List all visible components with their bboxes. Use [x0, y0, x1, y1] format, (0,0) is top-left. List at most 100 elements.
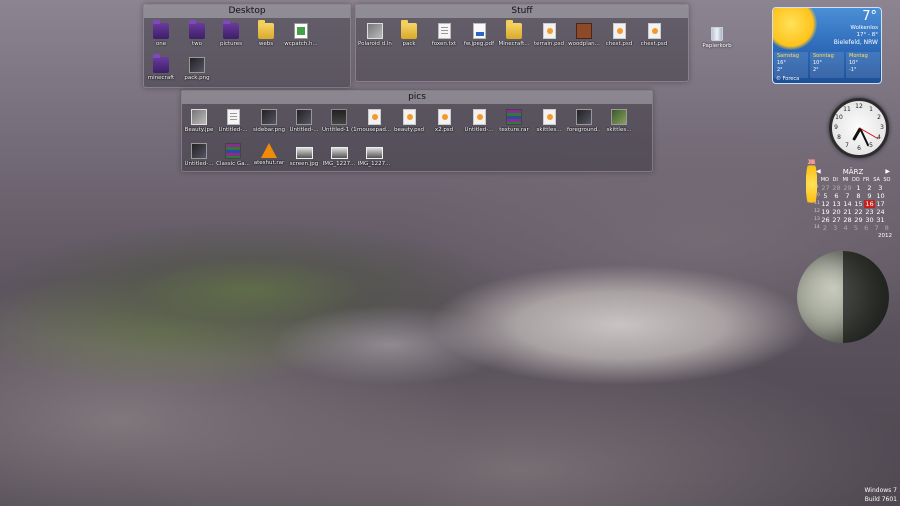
pics-item[interactable]: Untitled-... [462, 109, 496, 134]
calendar-day-today[interactable]: 16 [864, 200, 875, 208]
stuff-item-woodplan[interactable]: woodplan... [567, 23, 601, 48]
calendar-day[interactable]: 29 [842, 184, 853, 192]
recycle-bin[interactable]: Papierkorb [700, 27, 734, 49]
pics-item[interactable]: skittles... [602, 109, 636, 134]
pics-item[interactable]: screen.jpg [287, 143, 321, 168]
forecast-high: 10° [849, 60, 858, 66]
calendar-day[interactable]: 9 [864, 192, 875, 200]
pics-item[interactable]: Untitled-1 (1).png [322, 109, 356, 134]
vlc-cone-icon [261, 143, 277, 158]
calendar-day[interactable]: 8 [853, 192, 864, 200]
desktop-item-wcpatch[interactable]: wcpatch.h... [284, 23, 318, 48]
psd-file-icon [472, 109, 486, 125]
calendar-day[interactable]: 17 [875, 200, 886, 208]
pics-item[interactable]: IMG_1227... [357, 143, 391, 168]
forecast-low: 2° [813, 67, 819, 73]
calendar-day[interactable]: 1 [853, 184, 864, 192]
item-label: wcpatch.h... [284, 41, 318, 47]
calendar-day[interactable]: 12 [820, 200, 831, 208]
calendar-day[interactable]: 6 [861, 224, 871, 232]
calendar-day[interactable]: 28 [831, 184, 842, 192]
item-label: woodplan... [568, 41, 600, 47]
calendar-day[interactable]: 5 [851, 224, 861, 232]
pics-item[interactable]: ateshut.rar [252, 143, 286, 167]
calendar-day[interactable]: 7 [842, 192, 853, 200]
desktop-item-pictures[interactable]: pictures [214, 20, 248, 48]
calendar-day[interactable]: 3 [875, 184, 886, 192]
weather-gadget[interactable]: 7° Wolkenlos 17° - 8° Bielefeld, NRW Sam… [772, 7, 882, 84]
pics-item[interactable]: IMG_1227... [322, 143, 356, 168]
pics-item[interactable]: Untitled-... [216, 109, 250, 134]
pics-item[interactable]: beauty.psd [392, 109, 426, 134]
calendar-day[interactable]: 22 [853, 208, 864, 216]
calendar-day[interactable]: 28 [842, 216, 853, 224]
weather-brand: © Foreca [776, 76, 800, 82]
pics-item[interactable]: skittles... [532, 109, 566, 134]
desktop-item-two[interactable]: two [180, 20, 214, 48]
item-label: Classic Ga... [216, 161, 250, 167]
pics-item[interactable]: foreground... [567, 109, 601, 134]
calendar-day[interactable]: 15 [853, 200, 864, 208]
calendar-day[interactable]: 21 [842, 208, 853, 216]
stuff-item-foxen[interactable]: foxen.txt [427, 23, 461, 48]
stuff-fence[interactable]: Stuff Polaroid d.lnk pack foxen.txt fw.j… [355, 4, 689, 82]
pics-item[interactable]: sidebar.png [252, 109, 286, 134]
item-label: one [155, 41, 167, 47]
pics-item[interactable]: Untitled-... [182, 143, 216, 168]
calendar-day[interactable]: 1 [806, 158, 817, 210]
clock-number: 1 [869, 106, 873, 113]
stuff-item-chest[interactable]: chest.psd [602, 23, 636, 48]
calendar-day[interactable]: 24 [875, 208, 886, 216]
moon-phase-icon[interactable] [797, 251, 889, 343]
pics-item[interactable]: Untitled-... [287, 109, 321, 134]
html-file-icon [294, 23, 308, 39]
calendar-day[interactable]: 19 [820, 208, 831, 216]
calendar-day[interactable]: 27 [831, 216, 842, 224]
next-month-arrow-icon[interactable]: ▶ [885, 168, 890, 176]
stuff-item-terrain[interactable]: terrain.psd [532, 23, 566, 48]
desktop-item-one[interactable]: one [144, 20, 178, 48]
desktop-item-webs[interactable]: webs [249, 20, 283, 48]
pics-item[interactable]: Beauty.jpe [182, 109, 216, 134]
pics-item[interactable]: texture.rar [497, 109, 531, 134]
clock-gadget[interactable]: 12 1 2 3 4 5 6 7 8 9 10 11 [829, 98, 889, 158]
calendar-day[interactable]: 10 [875, 192, 886, 200]
desktop-item-pack-png[interactable]: pack.png [180, 57, 214, 82]
pics-fence[interactable]: pics Beauty.jpe Untitled-... sidebar.png… [181, 90, 653, 172]
calendar-day[interactable]: 7 [871, 224, 881, 232]
stuff-item-chest-2[interactable]: chest.psd [637, 23, 671, 48]
calendar-day[interactable]: 3 [830, 224, 840, 232]
desktop-item-minecraft[interactable]: minecraft [144, 54, 178, 82]
stuff-item-polaroid[interactable]: Polaroid d.lnk [358, 23, 392, 48]
calendar-day[interactable]: 13 [831, 200, 842, 208]
calendar-day[interactable]: 6 [831, 192, 842, 200]
calendar-day[interactable]: 30 [864, 216, 875, 224]
desktop-fence[interactable]: Desktop one two pictures webs wcpatch.h.… [143, 4, 351, 88]
pics-item[interactable]: mousepad... [357, 109, 391, 134]
calendar-day[interactable]: 20 [831, 208, 842, 216]
stuff-item-minecraft[interactable]: Minecraft... [497, 20, 531, 48]
text-file-icon [437, 23, 451, 39]
folder-icon [223, 20, 239, 39]
image-file-icon [576, 109, 592, 125]
image-file-icon [365, 147, 383, 159]
pics-item[interactable]: x2.psd [427, 109, 461, 134]
calendar-day[interactable]: 8 [882, 224, 892, 232]
calendar-day[interactable]: 27 [820, 184, 831, 192]
calendar-header: ◀ MÄRZ ▶ [814, 168, 892, 176]
stuff-item-fwjpeg[interactable]: fw.jpeg.pdf [462, 23, 496, 48]
stuff-item-pack[interactable]: pack [392, 20, 426, 48]
calendar-day[interactable]: 2 [820, 224, 830, 232]
clock-number: 11 [843, 106, 851, 113]
calendar-day[interactable]: 5 [820, 192, 831, 200]
calendar-day[interactable]: 29 [853, 216, 864, 224]
forecast-day-name: Samstag [777, 53, 799, 59]
pics-item[interactable]: Classic Ga... [216, 143, 250, 168]
calendar-day[interactable]: 26 [820, 216, 831, 224]
calendar-gadget[interactable]: ◀ MÄRZ ▶ MO DI MI DO FR SA SO 9 27 28 29… [806, 158, 892, 239]
calendar-day[interactable]: 4 [840, 224, 850, 232]
calendar-day[interactable]: 2 [864, 184, 875, 192]
calendar-day[interactable]: 14 [842, 200, 853, 208]
calendar-day[interactable]: 23 [864, 208, 875, 216]
calendar-day[interactable]: 31 [875, 216, 886, 224]
